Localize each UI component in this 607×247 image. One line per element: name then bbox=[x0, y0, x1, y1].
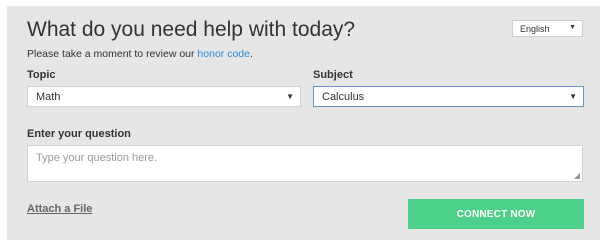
resize-grip-icon[interactable]: ◢ bbox=[574, 171, 580, 180]
topic-label: Topic bbox=[27, 69, 56, 81]
language-select[interactable]: English ▼ bbox=[512, 20, 583, 37]
page-title: What do you need help with today? bbox=[27, 18, 356, 41]
notice-suffix: . bbox=[249, 48, 253, 60]
attach-file-link[interactable]: Attach a File bbox=[27, 203, 92, 215]
connect-now-button[interactable]: CONNECT NOW bbox=[408, 199, 584, 229]
subject-select-value: Calculus bbox=[322, 90, 365, 103]
question-textarea[interactable]: Type your question here. ◢ bbox=[27, 145, 583, 182]
topic-select-value: Math bbox=[36, 90, 61, 103]
subject-label: Subject bbox=[313, 69, 353, 81]
help-request-panel: What do you need help with today? Please… bbox=[7, 6, 600, 240]
question-placeholder: Type your question here. bbox=[36, 152, 158, 164]
chevron-down-icon: ▼ bbox=[569, 92, 577, 101]
question-label: Enter your question bbox=[27, 128, 131, 140]
notice-prefix: Please take a moment to review our bbox=[27, 48, 198, 60]
honor-code-notice: Please take a moment to review our honor… bbox=[27, 48, 253, 60]
subject-select[interactable]: Calculus ▼ bbox=[313, 86, 584, 107]
chevron-down-icon: ▼ bbox=[286, 92, 294, 101]
honor-code-link[interactable]: honor code bbox=[197, 48, 250, 60]
chevron-down-icon: ▼ bbox=[569, 24, 576, 31]
language-select-value: English bbox=[520, 23, 550, 34]
topic-select[interactable]: Math ▼ bbox=[27, 86, 301, 107]
